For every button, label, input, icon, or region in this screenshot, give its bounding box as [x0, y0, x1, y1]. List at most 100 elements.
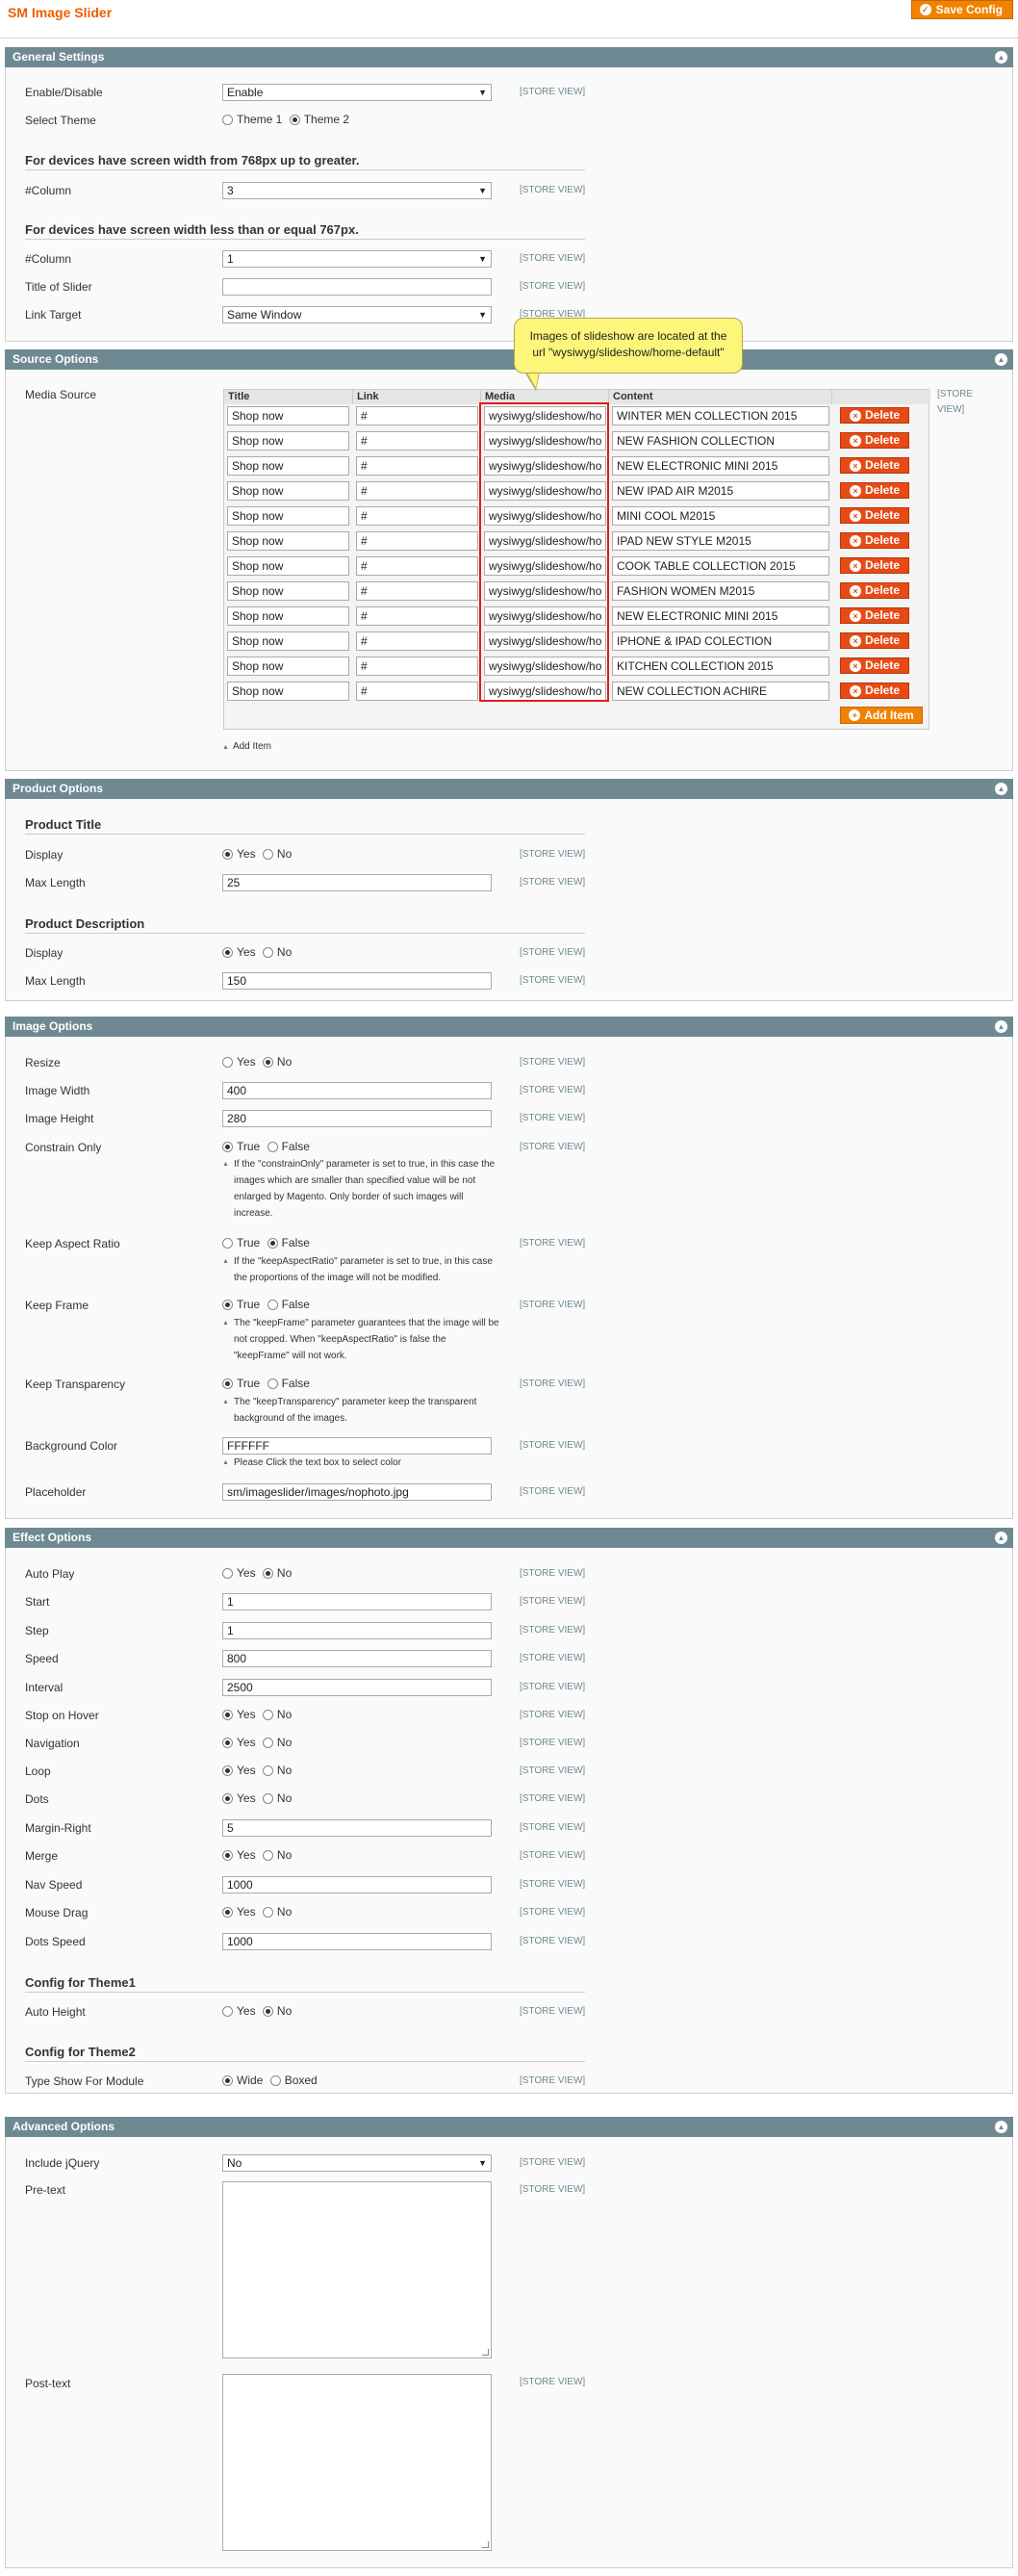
image-width-input[interactable]: 400	[222, 1082, 492, 1099]
delete-row-button[interactable]: × Delete	[840, 432, 909, 449]
row-title-input[interactable]: Shop now	[227, 581, 349, 601]
row-title-input[interactable]: Shop now	[227, 631, 349, 651]
collapse-icon[interactable]: ▲	[995, 783, 1007, 795]
row-link-input[interactable]: #	[356, 456, 478, 476]
row-link-input[interactable]: #	[356, 531, 478, 551]
title-max-length-input[interactable]: 25	[222, 874, 492, 891]
keep-transparency-radios[interactable]: True False	[222, 1377, 310, 1390]
add-item-link[interactable]: ▲ Add Item	[222, 741, 271, 752]
row-content-input[interactable]: WINTER MEN COLLECTION 2015	[612, 406, 829, 425]
delete-row-button[interactable]: × Delete	[840, 482, 909, 499]
image-options-header[interactable]: Image Options ▲	[5, 1017, 1013, 1037]
include-jquery-select[interactable]: No	[222, 2154, 492, 2172]
row-title-input[interactable]: Shop now	[227, 556, 349, 576]
pre-text-textarea[interactable]	[222, 2181, 492, 2358]
general-settings-header[interactable]: General Settings ▲	[5, 47, 1013, 67]
source-options-header[interactable]: Source Options ▲	[5, 349, 1013, 370]
column-small-select[interactable]: 1	[222, 250, 492, 268]
aspect-ratio-radios[interactable]: True False	[222, 1236, 310, 1249]
row-link-input[interactable]: #	[356, 581, 478, 601]
delete-row-button[interactable]: × Delete	[840, 657, 909, 674]
row-link-input[interactable]: #	[356, 631, 478, 651]
background-color-input[interactable]: FFFFFF	[222, 1437, 492, 1455]
delete-row-button[interactable]: × Delete	[840, 407, 909, 424]
mouse-drag-radios[interactable]: Yes No	[222, 1905, 292, 1919]
start-input[interactable]: 1	[222, 1593, 492, 1610]
delete-row-button[interactable]: × Delete	[840, 507, 909, 524]
row-title-input[interactable]: Shop now	[227, 657, 349, 676]
row-link-input[interactable]: #	[356, 657, 478, 676]
nav-speed-input[interactable]: 1000	[222, 1876, 492, 1893]
delete-row-button[interactable]: × Delete	[840, 557, 909, 574]
row-link-input[interactable]: #	[356, 606, 478, 626]
theme2-radio[interactable]	[289, 114, 300, 125]
row-link-input[interactable]: #	[356, 556, 478, 576]
collapse-icon[interactable]: ▲	[995, 1532, 1007, 1544]
row-link-input[interactable]: #	[356, 431, 478, 451]
row-title-input[interactable]: Shop now	[227, 606, 349, 626]
delete-row-button[interactable]: × Delete	[840, 532, 909, 549]
type-show-radios[interactable]: Wide Boxed	[222, 2074, 318, 2087]
title-display-radios[interactable]: Yes No	[222, 847, 292, 861]
product-options-header[interactable]: Product Options ▲	[5, 779, 1013, 799]
delete-row-button[interactable]: × Delete	[840, 582, 909, 599]
interval-input[interactable]: 2500	[222, 1679, 492, 1696]
auto-play-radios[interactable]: Yes No	[222, 1566, 292, 1580]
dots-radios[interactable]: Yes No	[222, 1791, 292, 1805]
row-content-input[interactable]: IPAD NEW STYLE M2015	[612, 531, 829, 551]
collapse-icon[interactable]: ▲	[995, 51, 1007, 64]
row-title-input[interactable]: Shop now	[227, 506, 349, 526]
delete-row-button[interactable]: × Delete	[840, 607, 909, 624]
resize-radios[interactable]: Yes No	[222, 1055, 292, 1069]
constrain-only-radios[interactable]: True False	[222, 1140, 310, 1153]
link-target-select[interactable]: Same Window	[222, 306, 492, 323]
theme-radios[interactable]: Theme 1 Theme 2	[222, 113, 349, 126]
advanced-options-header[interactable]: Advanced Options ▲	[5, 2117, 1013, 2137]
desc-display-radios[interactable]: Yes No	[222, 945, 292, 959]
row-link-input[interactable]: #	[356, 406, 478, 425]
row-content-input[interactable]: COOK TABLE COLLECTION 2015	[612, 556, 829, 576]
auto-height-radios[interactable]: Yes No	[222, 2004, 292, 2018]
enable-select[interactable]: Enable	[222, 84, 492, 101]
row-title-input[interactable]: Shop now	[227, 531, 349, 551]
margin-right-input[interactable]: 5	[222, 1819, 492, 1837]
row-content-input[interactable]: NEW IPAD AIR M2015	[612, 481, 829, 501]
row-title-input[interactable]: Shop now	[227, 682, 349, 701]
placeholder-input[interactable]: sm/imageslider/images/nophoto.jpg	[222, 1483, 492, 1501]
row-content-input[interactable]: NEW COLLECTION ACHIRE	[612, 682, 829, 701]
navigation-radios[interactable]: Yes No	[222, 1736, 292, 1749]
row-content-input[interactable]: MINI COOL M2015	[612, 506, 829, 526]
dots-speed-input[interactable]: 1000	[222, 1933, 492, 1950]
theme1-radio[interactable]	[222, 114, 233, 125]
merge-radios[interactable]: Yes No	[222, 1848, 292, 1862]
row-content-input[interactable]: KITCHEN COLLECTION 2015	[612, 657, 829, 676]
row-content-input[interactable]: NEW ELECTRONIC MINI 2015	[612, 456, 829, 476]
row-title-input[interactable]: Shop now	[227, 456, 349, 476]
keep-frame-radios[interactable]: True False	[222, 1298, 310, 1311]
slider-title-input[interactable]	[222, 278, 492, 296]
column-large-select[interactable]: 3	[222, 182, 492, 199]
image-height-input[interactable]: 280	[222, 1110, 492, 1127]
step-input[interactable]: 1	[222, 1622, 492, 1639]
delete-row-button[interactable]: × Delete	[840, 632, 909, 649]
row-title-input[interactable]: Shop now	[227, 431, 349, 451]
desc-max-length-input[interactable]: 150	[222, 972, 492, 990]
collapse-icon[interactable]: ▲	[995, 2121, 1007, 2133]
speed-input[interactable]: 800	[222, 1650, 492, 1667]
row-link-input[interactable]: #	[356, 481, 478, 501]
post-text-textarea[interactable]	[222, 2374, 492, 2551]
row-link-input[interactable]: #	[356, 682, 478, 701]
row-content-input[interactable]: NEW ELECTRONIC MINI 2015	[612, 606, 829, 626]
delete-row-button[interactable]: × Delete	[840, 457, 909, 474]
row-content-input[interactable]: IPHONE & IPAD COLECTION	[612, 631, 829, 651]
loop-radios[interactable]: Yes No	[222, 1764, 292, 1777]
collapse-icon[interactable]: ▲	[995, 1020, 1007, 1033]
row-link-input[interactable]: #	[356, 506, 478, 526]
add-item-button[interactable]: + Add Item	[840, 707, 923, 724]
delete-row-button[interactable]: × Delete	[840, 683, 909, 699]
save-config-button[interactable]: ✓ Save Config	[910, 0, 1013, 19]
collapse-icon[interactable]: ▲	[995, 353, 1007, 366]
row-title-input[interactable]: Shop now	[227, 406, 349, 425]
row-content-input[interactable]: NEW FASHION COLLECTION	[612, 431, 829, 451]
row-content-input[interactable]: FASHION WOMEN M2015	[612, 581, 829, 601]
